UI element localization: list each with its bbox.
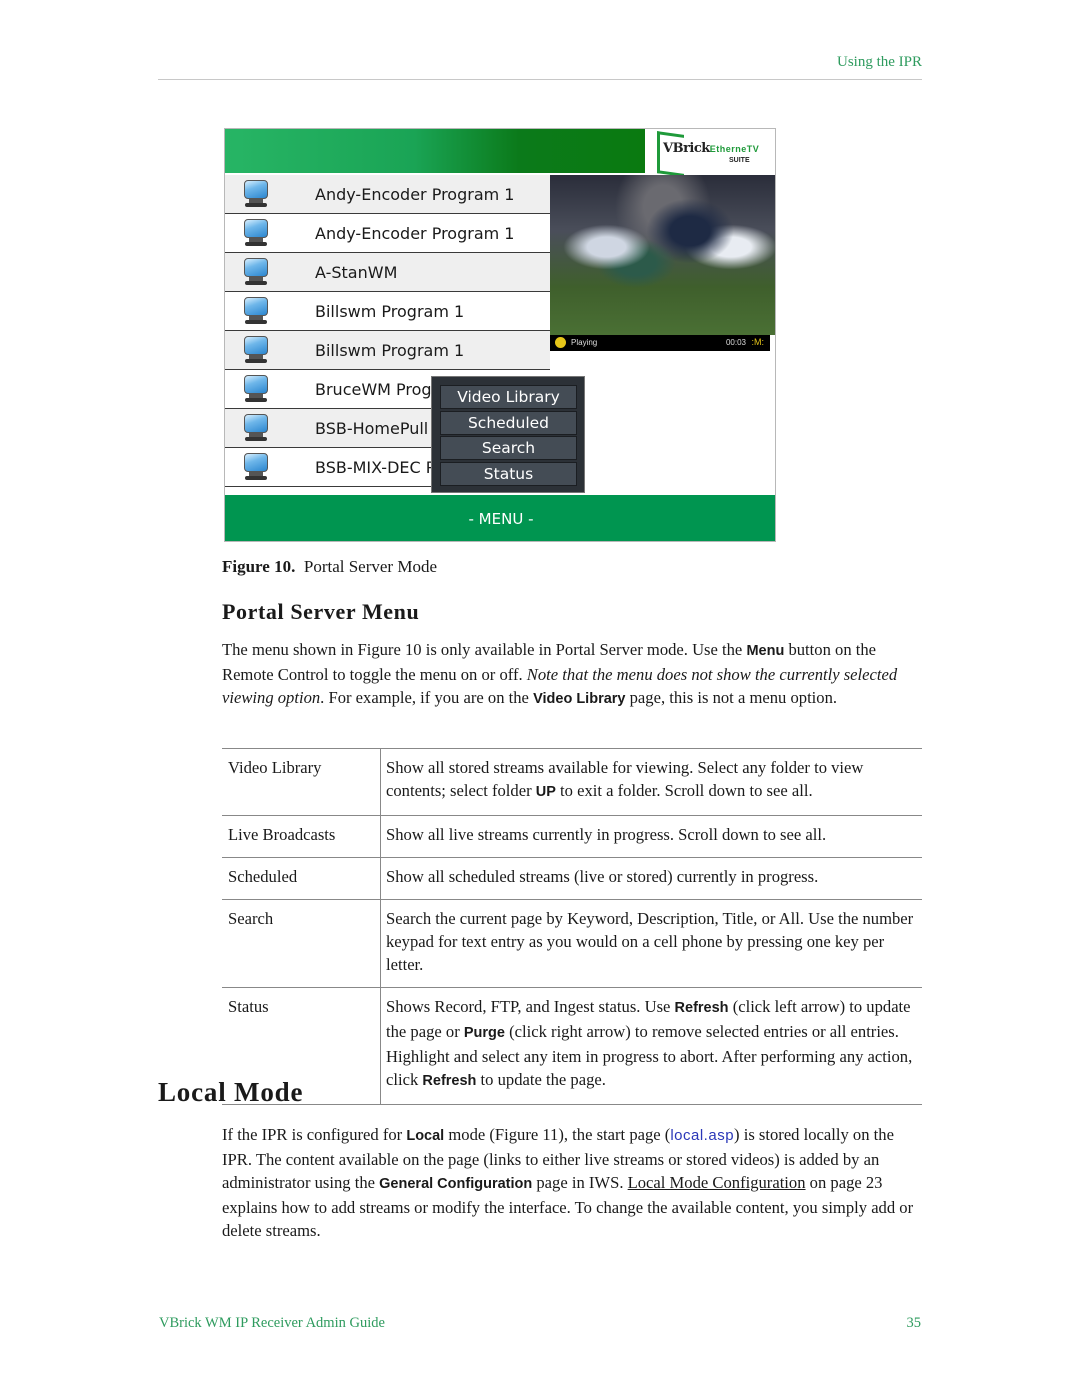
section-heading: Portal Server Menu [222, 599, 420, 624]
table-row: Scheduled Show all scheduled streams (li… [222, 858, 922, 900]
monitor-icon [243, 453, 269, 481]
playing-icon [555, 337, 566, 348]
program-label: A-StanWM [315, 262, 398, 282]
description-cell: Show all scheduled streams (live or stor… [386, 867, 819, 886]
portal-menu-popup: Video Library Scheduled Search Status [431, 376, 585, 493]
monitor-icon [243, 219, 269, 247]
term-cell: Search [222, 900, 381, 987]
player-time: 00:03 [725, 338, 746, 347]
table-row: Live Broadcasts Show all live streams cu… [222, 816, 922, 858]
term-cell: Live Broadcasts [222, 816, 381, 857]
program-label: BSB-HomePull [315, 418, 429, 438]
program-row[interactable]: Billswm Program 1 [225, 331, 550, 370]
program-label: Billswm Program 1 [315, 340, 465, 360]
local-mode-heading: Local Mode [158, 1077, 304, 1107]
logo-brand: VBrick [663, 141, 710, 156]
menu-item-scheduled[interactable]: Scheduled [440, 410, 577, 435]
header-rule [158, 79, 922, 80]
fullscreen-button[interactable]: :M: [752, 337, 765, 347]
program-label: Andy-Encoder Program 1 [315, 184, 515, 204]
running-head: Using the IPR [836, 54, 922, 70]
top-banner [225, 129, 645, 173]
description-cell: Search the current page by Keyword, Desc… [386, 909, 914, 974]
footer-guide-title: VBrick WM IP Receiver Admin Guide [159, 1315, 385, 1331]
description-cell: Show all stored streams available for vi… [386, 758, 864, 800]
monitor-icon [243, 297, 269, 325]
logo-suite: SUITE [729, 157, 750, 164]
table-row: Status Shows Record, FTP, and Ingest sta… [222, 988, 922, 1105]
program-row[interactable]: Andy-Encoder Program 1 [225, 175, 550, 214]
logo-product: EtherneTV [709, 144, 760, 154]
menu-item-status[interactable]: Status [440, 461, 577, 486]
term-cell: Video Library [222, 749, 381, 815]
local-mode-paragraph: If the IPR is configured for Local mode … [222, 1125, 914, 1240]
monitor-icon [243, 414, 269, 442]
table-row: Search Search the current page by Keywor… [222, 900, 922, 988]
program-row[interactable]: Andy-Encoder Program 1 [225, 214, 550, 253]
description-cell: Shows Record, FTP, and Ingest status. Us… [386, 997, 913, 1089]
description-cell: Show all live streams currently in progr… [386, 825, 827, 844]
monitor-icon [243, 180, 269, 208]
vbrick-logo: VBrickEtherneTV SUITE [645, 129, 775, 177]
menu-options-table: Video Library Show all stored streams av… [222, 748, 922, 1105]
player-status-bar: Playing 00:03 :M: [550, 335, 770, 351]
menu-item-video-library[interactable]: Video Library [440, 385, 577, 409]
program-label: Billswm Program 1 [315, 301, 465, 321]
monitor-icon [243, 258, 269, 286]
term-cell: Scheduled [222, 858, 381, 899]
program-label: Andy-Encoder Program 1 [315, 223, 515, 243]
monitor-icon [243, 336, 269, 364]
program-row[interactable]: Billswm Program 1 [225, 292, 550, 331]
table-row: Video Library Show all stored streams av… [222, 749, 922, 816]
program-row[interactable]: A-StanWM [225, 253, 550, 292]
menu-bar[interactable]: - MENU - [225, 495, 775, 541]
video-preview[interactable] [550, 175, 775, 335]
page-number: 35 [906, 1315, 922, 1331]
figure-caption: Figure 10. Portal Server Mode [222, 557, 437, 577]
monitor-icon [243, 375, 269, 403]
menu-item-search[interactable]: Search [440, 436, 577, 460]
player-status: Playing [571, 338, 598, 347]
intro-paragraph: The menu shown in Figure 10 is only avai… [222, 640, 898, 707]
local-asp-link[interactable]: local.asp [670, 1127, 734, 1144]
caption-text: Portal Server Mode [303, 557, 437, 576]
caption-number: Figure 10. [222, 557, 296, 576]
portal-server-screenshot: VBrickEtherneTV SUITE Andy-Encoder Progr… [224, 128, 776, 542]
local-mode-configuration-link[interactable]: Local Mode Configuration [628, 1173, 806, 1192]
